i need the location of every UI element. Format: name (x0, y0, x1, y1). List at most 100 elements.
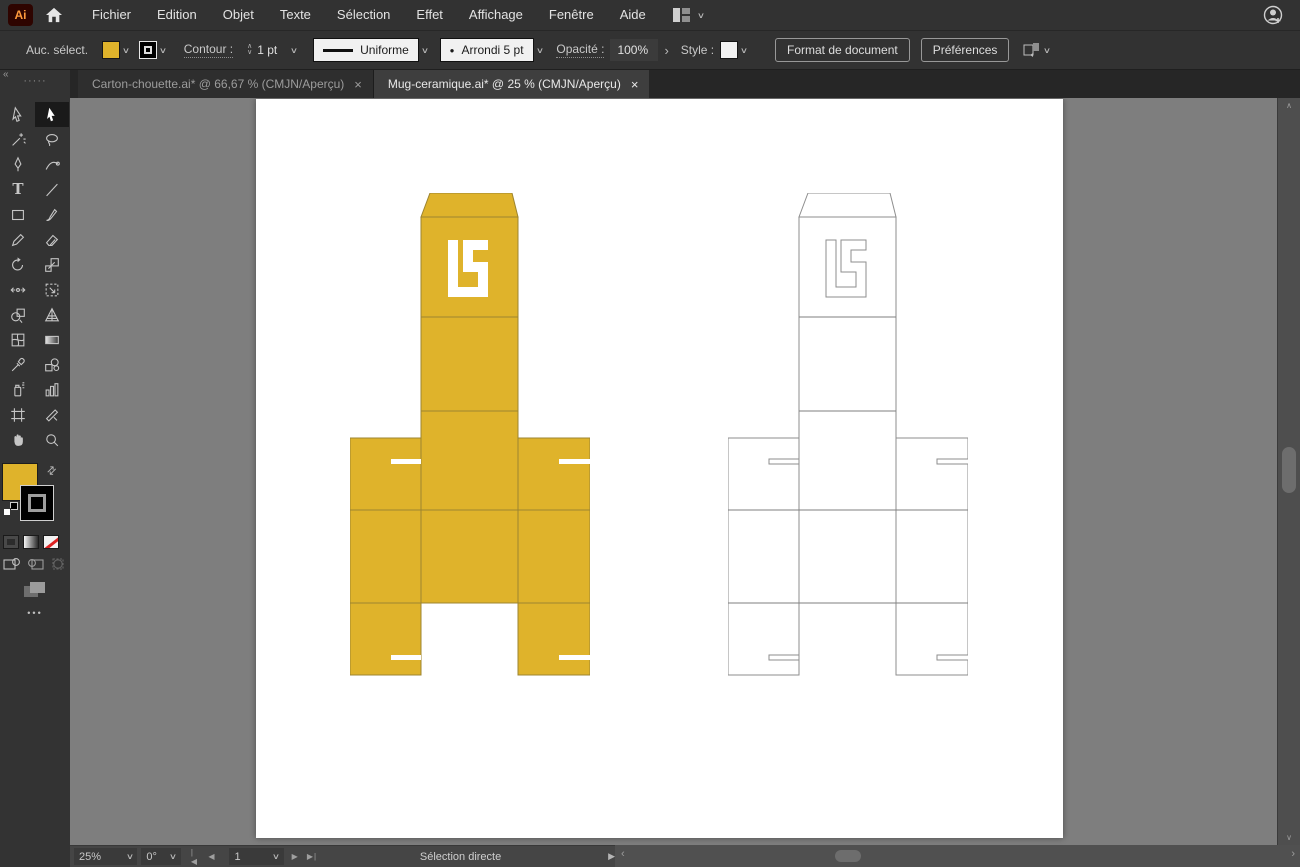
scroll-right-icon[interactable]: › (1291, 848, 1295, 860)
pen-tool[interactable] (1, 152, 35, 177)
hand-tool[interactable] (1, 427, 35, 452)
dieline-top-flap[interactable] (421, 193, 518, 217)
opacity-expand-icon[interactable]: › (664, 43, 668, 58)
lasso-tool[interactable] (35, 127, 69, 152)
stroke-color-proxy[interactable] (20, 485, 54, 521)
scroll-up-icon[interactable]: ∧ (1278, 101, 1300, 110)
dieline-left-wing[interactable] (728, 438, 799, 675)
chevron-down-icon[interactable]: ∨ (740, 46, 748, 55)
menu-affichage[interactable]: Affichage (456, 0, 536, 30)
close-icon[interactable]: × (631, 77, 639, 92)
document-setup-button[interactable]: Format de document (775, 38, 910, 62)
zoom-tool[interactable] (35, 427, 69, 452)
opacity-value-field[interactable]: 100% (610, 39, 658, 61)
line-segment-tool[interactable] (35, 177, 69, 202)
chevron-down-icon[interactable]: ∨ (122, 46, 130, 55)
brush-definition-dropdown[interactable]: ● Arrondi 5 pt (440, 38, 534, 62)
shape-builder-tool[interactable] (1, 302, 35, 327)
swap-fill-stroke-icon[interactable]: ⇄ (44, 463, 60, 479)
eraser-tool[interactable] (35, 227, 69, 252)
vertical-scrollbar[interactable]: ∧ ∨ (1277, 98, 1300, 845)
fill-color-swatch[interactable] (102, 41, 120, 59)
next-artboard-icon[interactable]: ▶ (292, 852, 299, 861)
artboard-tool[interactable] (1, 402, 35, 427)
horizontal-scrollbar-thumb[interactable] (835, 850, 861, 862)
dieline-center-column[interactable] (421, 217, 518, 603)
scroll-down-icon[interactable]: ∨ (1278, 833, 1300, 842)
type-tool[interactable]: T (1, 177, 35, 202)
panel-grip-dots[interactable]: ····· (23, 75, 46, 87)
draw-behind-icon[interactable] (25, 556, 45, 572)
menu-fichier[interactable]: Fichier (79, 0, 144, 30)
last-artboard-icon[interactable]: ▶| (307, 852, 317, 861)
graphic-style-swatch[interactable] (720, 41, 738, 59)
chevron-down-icon[interactable]: ∨ (697, 11, 705, 20)
menu-texte[interactable]: Texte (267, 0, 324, 30)
chevron-down-icon[interactable]: ∨ (159, 46, 167, 55)
previous-artboard-icon[interactable]: ◀ (208, 852, 215, 861)
chevron-down-icon[interactable]: ∨ (1043, 46, 1051, 55)
stepper-down-icon[interactable]: ∨ (247, 50, 252, 56)
curvature-tool[interactable] (35, 152, 69, 177)
dieline-left-wing[interactable] (350, 438, 421, 675)
color-button[interactable] (3, 535, 19, 549)
paintbrush-tool[interactable] (35, 202, 69, 227)
dieline-right-wing[interactable] (896, 438, 968, 675)
contour-label[interactable]: Contour : (184, 42, 233, 58)
perspective-grid-tool[interactable] (35, 302, 69, 327)
preferences-button[interactable]: Préférences (921, 38, 1010, 62)
rotate-tool[interactable] (1, 252, 35, 277)
stroke-width-stepper[interactable]: ∧ ∨ (247, 44, 252, 56)
menu-fenetre[interactable]: Fenêtre (536, 0, 607, 30)
draw-normal-icon[interactable] (2, 556, 22, 572)
close-icon[interactable]: × (354, 77, 362, 92)
illustrator-app-icon[interactable]: Ai (8, 4, 33, 26)
home-icon[interactable] (45, 7, 63, 23)
chevron-down-icon[interactable]: ∨ (169, 852, 177, 861)
eyedropper-tool[interactable] (1, 352, 35, 377)
default-fill-stroke-icon[interactable] (3, 502, 18, 516)
account-share-icon[interactable] (1262, 4, 1284, 31)
column-graph-tool[interactable] (35, 377, 69, 402)
symbol-sprayer-tool[interactable] (1, 377, 35, 402)
tab-carton-chouette[interactable]: Carton-chouette.ai* @ 66,67 % (CMJN/Aper… (78, 70, 374, 98)
canvas-pasteboard[interactable] (70, 98, 1277, 845)
direct-selection-tool[interactable] (35, 102, 69, 127)
chevron-down-icon[interactable]: ∨ (535, 46, 543, 55)
selection-tool[interactable] (1, 102, 35, 127)
chevron-down-icon[interactable]: ∨ (290, 46, 298, 55)
menu-edition[interactable]: Edition (144, 0, 210, 30)
stroke-color-swatch[interactable] (139, 41, 157, 59)
stroke-profile-dropdown[interactable]: Uniforme (313, 38, 419, 62)
chevron-down-icon[interactable]: ∨ (272, 852, 280, 861)
menu-effet[interactable]: Effet (403, 0, 456, 30)
magic-wand-tool[interactable] (1, 127, 35, 152)
none-button[interactable] (43, 535, 59, 549)
opacity-label[interactable]: Opacité : (556, 42, 604, 58)
gradient-tool[interactable] (35, 327, 69, 352)
zoom-level-combo[interactable]: 25% ∨ (74, 848, 137, 865)
rectangle-tool[interactable] (1, 202, 35, 227)
rotation-combo[interactable]: 0° ∨ (141, 848, 180, 865)
tab-mug-ceramique[interactable]: Mug-ceramique.ai* @ 25 % (CMJN/Aperçu) × (374, 70, 650, 98)
scale-tool[interactable] (35, 252, 69, 277)
slice-tool[interactable] (35, 402, 69, 427)
shaper-pencil-tool[interactable] (1, 227, 35, 252)
artboard-number-combo[interactable]: 1 ∨ (229, 848, 283, 865)
arrange-documents[interactable]: ∨ (1023, 42, 1050, 58)
carton-dieline-filled[interactable] (350, 193, 590, 678)
draw-inside-icon[interactable] (48, 556, 68, 572)
scroll-left-icon[interactable]: ‹ (621, 848, 625, 860)
vertical-scrollbar-thumb[interactable] (1282, 447, 1296, 493)
width-tool[interactable] (1, 277, 35, 302)
blend-tool[interactable] (35, 352, 69, 377)
menu-selection[interactable]: Sélection (324, 0, 403, 30)
dieline-center-column[interactable] (799, 217, 896, 603)
menu-aide[interactable]: Aide (607, 0, 659, 30)
status-menu-arrow-icon[interactable]: ▶ (608, 851, 615, 862)
chevron-down-icon[interactable]: ∨ (421, 46, 429, 55)
stroke-width-value[interactable]: 1 pt (257, 43, 277, 57)
dieline-right-wing[interactable] (518, 438, 590, 675)
chevron-down-icon[interactable]: ∨ (125, 852, 133, 861)
free-transform-tool[interactable] (35, 277, 69, 302)
